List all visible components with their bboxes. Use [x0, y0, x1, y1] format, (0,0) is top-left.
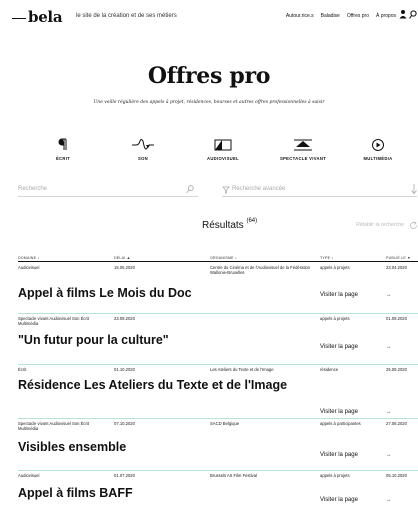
- category-label: MULTIMÉDIA: [363, 156, 393, 161]
- row-publie: 05.10.2020: [386, 473, 407, 478]
- row-type: appels à projets: [320, 316, 350, 321]
- column-header-delai[interactable]: DÉLAI ▲: [114, 256, 130, 260]
- arrow-right-icon[interactable]: →: [386, 452, 392, 458]
- results-count: (64): [246, 218, 258, 224]
- row-type: appels à participantes: [320, 421, 361, 426]
- row-type: appels à projets: [320, 473, 350, 478]
- play-icon: [372, 139, 384, 151]
- row-divider: [18, 313, 418, 314]
- row-divider: [18, 470, 418, 471]
- site-logo[interactable]: bela: [28, 8, 63, 26]
- site-tagline: le site de la création et de ses métiers: [76, 13, 177, 19]
- row-delai: 01.10.2020: [114, 367, 135, 372]
- sound-wave-icon: [132, 139, 154, 150]
- results-label: Résultats: [202, 220, 244, 231]
- category-label: SPECTACLE VIVANT: [279, 156, 327, 161]
- results-heading: Résultats (64): [202, 218, 258, 231]
- arrow-right-icon[interactable]: →: [386, 292, 392, 298]
- search-icon[interactable]: [186, 185, 194, 194]
- arrow-right-icon[interactable]: →: [386, 497, 392, 503]
- row-organisme: Centre du Cinéma et de l'Audiovisuel de …: [210, 265, 311, 276]
- row-organisme: Les Ateliers du Texte et de l'Image: [210, 367, 274, 372]
- row-divider: [18, 364, 418, 365]
- row-organisme: Brussels Art Film Festival: [210, 473, 258, 478]
- refresh-icon[interactable]: [409, 221, 418, 230]
- screen-icon: [214, 139, 232, 151]
- row-publie: 27.08.2020: [386, 421, 407, 426]
- category-multimedia[interactable]: MULTIMÉDIA: [338, 138, 418, 161]
- category-label: SON: [138, 156, 148, 161]
- row-delai: 15.05.2020: [114, 265, 135, 270]
- arrow-right-icon[interactable]: →: [386, 344, 392, 350]
- visit-page-link[interactable]: Visiter la page: [320, 452, 358, 458]
- filter-icon: [222, 186, 230, 194]
- row-publie: 23.04.2020: [386, 265, 407, 270]
- arrow-right-icon[interactable]: →: [386, 409, 392, 415]
- page-subtitle: Une veille régulière des appels à projet…: [93, 100, 325, 105]
- row-domaine: Audiovisuel: [18, 473, 40, 478]
- advanced-search-input[interactable]: Recherche avancée: [232, 186, 285, 192]
- category-son[interactable]: SON: [103, 138, 183, 161]
- column-header-type[interactable]: TYPE ↕: [320, 256, 333, 260]
- row-title[interactable]: Appel à films Le Mois du Doc: [18, 286, 192, 301]
- visit-page-link[interactable]: Visiter la page: [320, 292, 358, 298]
- nav-item-about[interactable]: À propos: [376, 13, 396, 19]
- pilcrow-icon: [58, 138, 67, 150]
- table-header-divider: [18, 261, 418, 262]
- user-icon[interactable]: [399, 9, 407, 19]
- column-header-organisme[interactable]: ORGANISME ↕: [210, 256, 237, 260]
- row-domaine: Spectacle vivant Audiovisuel Son Écrit M…: [18, 316, 89, 327]
- row-delai: 07.10.2020: [114, 421, 135, 426]
- row-title[interactable]: Visibles ensemble: [18, 440, 126, 455]
- column-header-publie[interactable]: PUBLIÉ LE ▼: [386, 256, 411, 260]
- main-nav: Autour.rice.s Baladise Offres pro À prop…: [286, 13, 396, 19]
- search-icon[interactable]: [409, 10, 417, 20]
- row-type: appels à projets: [320, 265, 350, 270]
- page-title: Offres pro: [147, 63, 271, 89]
- row-title[interactable]: Résidence Les Ateliers du Texte et de l'…: [18, 378, 300, 393]
- row-publie: 25.09.2020: [386, 367, 407, 372]
- logo-dash: [12, 18, 26, 19]
- category-filter-bar: ÉCRIT SON AUDIOVISUEL SPECTACLE VIVANT M…: [18, 138, 418, 168]
- row-delai: 01.07.2020: [114, 473, 135, 478]
- category-spectacle-vivant[interactable]: SPECTACLE VIVANT: [263, 138, 343, 161]
- category-label: ÉCRIT: [55, 156, 71, 161]
- visit-page-link[interactable]: Visiter la page: [320, 409, 358, 415]
- search-input[interactable]: Recherche: [18, 186, 47, 192]
- nav-item-offres-pro[interactable]: Offres pro: [347, 13, 369, 19]
- row-domaine: Audiovisuel: [18, 265, 40, 270]
- visit-page-link[interactable]: Visiter la page: [320, 344, 358, 350]
- advanced-search-bar[interactable]: Recherche avancée: [222, 183, 417, 197]
- arrow-down-icon[interactable]: [411, 184, 417, 194]
- row-organisme: SACD Belgique: [210, 421, 240, 426]
- row-publie: 01.09.2020: [386, 316, 407, 321]
- column-header-domaine[interactable]: DOMAINE ↕: [18, 256, 39, 260]
- category-audiovisuel[interactable]: AUDIOVISUEL: [183, 138, 263, 161]
- stage-icon: [294, 139, 312, 151]
- search-bar[interactable]: Recherche: [18, 183, 198, 197]
- row-title[interactable]: "Un futur pour la culture": [18, 333, 169, 348]
- row-delai: 23.09.2020: [114, 316, 135, 321]
- category-label: AUDIOVISUEL: [207, 156, 239, 161]
- category-ecrit[interactable]: ÉCRIT: [23, 138, 103, 161]
- row-divider: [18, 418, 418, 419]
- row-type: résidence: [320, 367, 339, 372]
- nav-item-baladise[interactable]: Baladise: [321, 13, 340, 19]
- nav-item-authors[interactable]: Autour.rice.s: [286, 13, 314, 19]
- reset-search-link[interactable]: Rétablir la recherche: [356, 222, 404, 228]
- row-title[interactable]: Appel à films BAFF: [18, 486, 133, 501]
- row-domaine: Spectacle vivant Audiovisuel Son Écrit M…: [18, 421, 89, 432]
- row-domaine: Écrit: [18, 367, 27, 372]
- site-header: bela le site de la création et de ses mé…: [0, 0, 418, 36]
- visit-page-link[interactable]: Visiter la page: [320, 497, 358, 503]
